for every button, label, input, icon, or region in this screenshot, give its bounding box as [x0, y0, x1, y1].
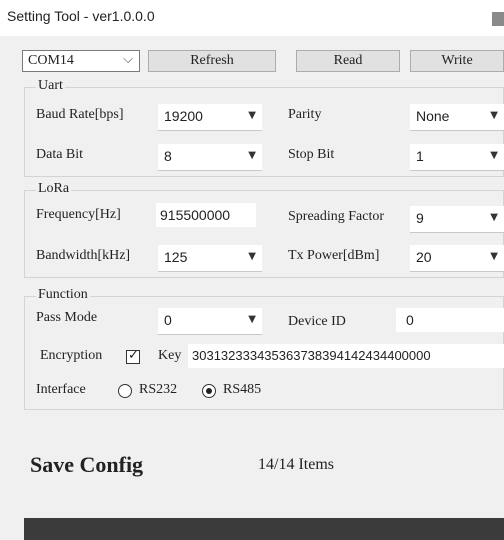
pass-mode-dropdown[interactable]: 0 ▼: [158, 308, 262, 335]
window-title: Setting Tool - ver1.0.0.0: [7, 8, 155, 24]
caret-down-icon: ▼: [490, 150, 498, 161]
key-input[interactable]: 303132333435363738394142434400000: [188, 344, 504, 368]
stop-bit-value: 1: [416, 148, 424, 164]
parity-label: Parity: [288, 107, 322, 122]
bandwidth-value: 125: [164, 249, 188, 265]
encryption-checkbox[interactable]: ✓: [126, 348, 140, 364]
baud-rate-dropdown[interactable]: 19200 ▼: [158, 104, 262, 131]
write-button[interactable]: Write: [410, 50, 504, 72]
stop-bit-label: Stop Bit: [288, 147, 335, 162]
data-bit-dropdown[interactable]: 8 ▼: [158, 144, 262, 171]
spreading-factor-label: Spreading Factor: [288, 209, 385, 224]
port-select[interactable]: COM14 ⌵: [22, 50, 140, 72]
tx-power-value: 20: [416, 249, 432, 265]
radio-selected-dot: [206, 388, 212, 394]
pass-mode-value: 0: [164, 312, 172, 328]
caret-down-icon: ▼: [490, 110, 498, 121]
caret-down-icon: ▼: [490, 212, 498, 223]
uart-legend: Uart: [36, 78, 65, 94]
caret-down-icon: ▼: [490, 251, 498, 262]
save-progress-bar: [24, 518, 504, 540]
encryption-label: Encryption: [40, 348, 103, 363]
data-bit-label: Data Bit: [36, 147, 84, 162]
save-count-text: 14/14 Items: [258, 456, 334, 473]
rs232-label: RS232: [139, 382, 178, 397]
lora-legend: LoRa: [36, 181, 72, 197]
frequency-label: Frequency[Hz]: [36, 207, 121, 222]
baud-rate-label: Baud Rate[bps]: [36, 107, 124, 122]
refresh-button[interactable]: Refresh: [148, 50, 276, 72]
frequency-input[interactable]: 915500000: [156, 203, 256, 227]
key-label: Key: [158, 348, 182, 363]
tx-power-dropdown[interactable]: 20 ▼: [410, 245, 504, 272]
bandwidth-label: Bandwidth[kHz]: [36, 248, 131, 263]
spreading-factor-value: 9: [416, 210, 424, 226]
title-bar: Setting Tool - ver1.0.0.0: [0, 0, 504, 34]
caret-down-icon: ▼: [248, 251, 256, 262]
key-value: 303132333435363738394142434400000: [192, 348, 431, 363]
caret-down-icon: ▼: [248, 110, 256, 121]
port-select-value: COM14: [28, 53, 74, 68]
parity-value: None: [416, 108, 450, 124]
device-id-label: Device ID: [288, 314, 346, 329]
parity-dropdown[interactable]: None ▼: [410, 104, 504, 131]
spreading-factor-dropdown[interactable]: 9 ▼: [410, 206, 504, 233]
save-config-title: Save Config: [30, 452, 144, 477]
stop-bit-dropdown[interactable]: 1 ▼: [410, 144, 504, 171]
rs232-radio[interactable]: [118, 384, 132, 398]
baud-rate-value: 19200: [164, 108, 203, 124]
checkmark-icon: ✓: [128, 348, 139, 363]
save-progress-fill: [24, 518, 504, 540]
tx-power-label: Tx Power[dBm]: [288, 248, 380, 263]
caret-down-icon: ▼: [248, 150, 256, 161]
chevron-down-icon: ⌵: [123, 52, 133, 67]
device-id-input[interactable]: 0: [396, 308, 504, 332]
rs485-radio[interactable]: [202, 384, 216, 398]
caret-down-icon: ▼: [248, 314, 256, 325]
rs485-label: RS485: [223, 382, 262, 397]
bandwidth-dropdown[interactable]: 125 ▼: [158, 245, 262, 272]
data-bit-value: 8: [164, 148, 172, 164]
interface-label: Interface: [36, 382, 86, 397]
function-legend: Function: [36, 287, 90, 303]
device-id-value: 0: [406, 312, 414, 328]
frequency-value: 915500000: [160, 207, 231, 223]
read-button[interactable]: Read: [296, 50, 400, 72]
window-control-icon[interactable]: [492, 12, 504, 26]
pass-mode-label: Pass Mode: [36, 310, 98, 325]
